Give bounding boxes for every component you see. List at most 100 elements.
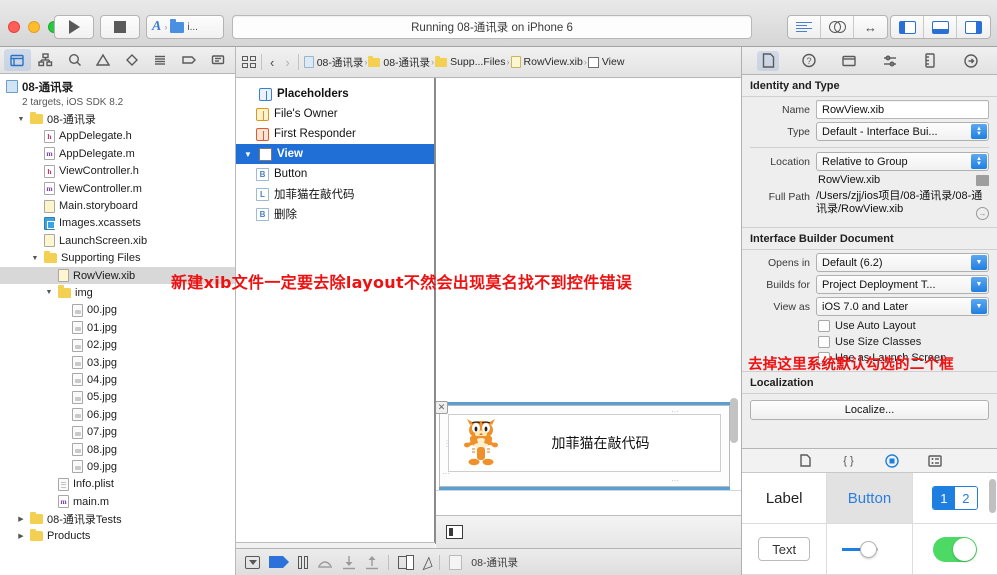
checkbox-use-size-classes[interactable]: Use Size Classes xyxy=(818,336,997,348)
file-row-main.m[interactable]: m main.m xyxy=(0,493,235,510)
file-row-AppDelegate.h[interactable]: h AppDelegate.h xyxy=(0,128,235,145)
quick-help-inspector-tab[interactable]: ? xyxy=(798,51,820,71)
step-into-button[interactable] xyxy=(342,555,356,570)
activate-breakpoints-button[interactable] xyxy=(269,556,289,568)
file-row-03.jpg[interactable]: 03.jpg xyxy=(0,354,235,371)
library-item-switch[interactable] xyxy=(912,524,997,575)
standard-editor-button[interactable] xyxy=(788,16,821,38)
scheme-selector[interactable]: A › i... xyxy=(146,15,224,39)
toggle-debug-area-button[interactable] xyxy=(924,16,957,38)
name-field[interactable]: RowView.xib xyxy=(816,100,989,119)
find-navigator-tab[interactable] xyxy=(61,49,88,71)
library-item-textfield[interactable]: Text xyxy=(742,524,828,575)
breadcrumb-item-Supp...Files[interactable]: Supp...Files xyxy=(435,55,506,68)
disclosure-triangle[interactable] xyxy=(30,255,40,262)
version-editor-button[interactable]: ↔ xyxy=(854,16,887,38)
inspector-tabbar[interactable]: ? xyxy=(742,47,997,75)
related-items-icon[interactable] xyxy=(242,56,256,68)
resize-handle-bottom[interactable]: ⋯ xyxy=(671,476,681,485)
checkbox-icon[interactable] xyxy=(818,336,830,348)
canvas-divider[interactable] xyxy=(435,78,436,544)
checkbox-icon[interactable] xyxy=(818,320,830,332)
canvas-vertical-scrollbar[interactable] xyxy=(730,398,738,443)
navigator-tabbar[interactable] xyxy=(0,47,235,74)
outline-row-[interactable]: L 加菲猫在敲代码 xyxy=(236,184,434,204)
file-row-08[interactable]: 08-通讯录 xyxy=(0,110,235,127)
file-template-library-tab[interactable] xyxy=(797,453,815,469)
file-row-Info.plist[interactable]: Info.plist xyxy=(0,476,235,493)
location-popup[interactable]: Relative to Group ▲ ▼ xyxy=(816,152,989,171)
file-row-02.jpg[interactable]: 02.jpg xyxy=(0,336,235,353)
editor-mode-segments[interactable]: ↔ xyxy=(787,15,888,39)
disclosure-triangle[interactable] xyxy=(44,289,54,296)
breadcrumb-item-View[interactable]: View xyxy=(587,56,624,68)
file-row-09.jpg[interactable]: 09.jpg xyxy=(0,458,235,475)
debug-bar[interactable]: ◿ 08-通讯录 xyxy=(236,548,741,575)
breadcrumb-item-RowView.xib[interactable]: RowView.xib xyxy=(510,56,583,68)
object-library-tab[interactable] xyxy=(883,453,901,469)
identity-inspector-tab[interactable] xyxy=(838,51,860,71)
report-navigator-tab[interactable] xyxy=(204,49,231,71)
connections-inspector-tab[interactable] xyxy=(960,51,982,71)
choose-folder-icon[interactable] xyxy=(976,174,989,186)
file-row-SupportingFiles[interactable]: Supporting Files xyxy=(0,250,235,267)
symbol-navigator-tab[interactable] xyxy=(33,49,60,71)
file-row-AppDelegate.m[interactable]: m AppDelegate.m xyxy=(0,145,235,162)
media-library-tab[interactable] xyxy=(926,453,944,469)
file-row-ViewController.h[interactable]: h ViewController.h xyxy=(0,163,235,180)
file-row-Main.storyboard[interactable]: Main.storyboard xyxy=(0,197,235,214)
test-navigator-tab[interactable] xyxy=(119,49,146,71)
opens-in-popup[interactable]: Default (6.2) ▼ xyxy=(816,253,989,272)
project-root-row[interactable]: 08-通讯录 xyxy=(0,78,235,95)
size-inspector-tab[interactable] xyxy=(919,51,941,71)
outline-row-[interactable]: B 删除 xyxy=(236,204,434,224)
project-navigator-tab[interactable] xyxy=(4,49,31,71)
library-scrollbar[interactable] xyxy=(989,479,996,513)
outline-row-Button[interactable]: B Button xyxy=(236,164,434,184)
jump-bar[interactable]: ‹ › 08-通讯录 › 08-通讯录 › Supp...Files › RowView.x… xyxy=(236,47,741,78)
toggle-navigator-button[interactable] xyxy=(891,16,924,38)
view-toggle-segments[interactable] xyxy=(890,15,991,39)
step-out-button[interactable] xyxy=(365,555,379,570)
simulate-location-button[interactable]: ◿ xyxy=(417,552,433,572)
file-row-ViewController.m[interactable]: m ViewController.m xyxy=(0,180,235,197)
file-row-07.jpg[interactable]: 07.jpg xyxy=(0,423,235,440)
reveal-in-finder-icon[interactable]: → xyxy=(976,207,989,220)
file-row-00.jpg[interactable]: 00.jpg xyxy=(0,302,235,319)
file-row-08Tests[interactable]: 08-通讯录Tests xyxy=(0,510,235,527)
breadcrumb[interactable]: 08-通讯录 › 08-通讯录 › Supp...Files › RowView.xib › V… xyxy=(303,55,624,70)
view-preview[interactable]: ✕ ⋯ ⋯ ⋯ ⋯ 加菲猫在敲代码 xyxy=(436,401,730,487)
file-row-LaunchScreen.xib[interactable]: LaunchScreen.xib xyxy=(0,232,235,249)
file-row-04.jpg[interactable]: 04.jpg xyxy=(0,371,235,388)
go-back-button[interactable]: ‹ xyxy=(267,55,277,70)
issue-navigator-tab[interactable] xyxy=(90,49,117,71)
file-row-01.jpg[interactable]: 01.jpg xyxy=(0,319,235,336)
toggle-utilities-button[interactable] xyxy=(957,16,990,38)
file-row-08.jpg[interactable]: 08.jpg xyxy=(0,441,235,458)
library-tabbar[interactable]: { } xyxy=(742,449,997,473)
interface-builder-canvas[interactable]: ✕ ⋯ ⋯ ⋯ ⋯ 加菲猫在敲代码 xyxy=(436,78,741,544)
type-popup[interactable]: Default - Interface Bui... ▲ ▼ xyxy=(816,122,989,141)
outline-row-View[interactable]: ▼ View xyxy=(236,144,434,164)
row-cell[interactable]: 加菲猫在敲代码 xyxy=(448,414,721,472)
disclosure-triangle[interactable]: ▼ xyxy=(242,150,254,159)
file-row-06.jpg[interactable]: 06.jpg xyxy=(0,406,235,423)
outline-row-Placeholders[interactable]: Placeholders xyxy=(236,84,434,104)
debug-navigator-tab[interactable] xyxy=(147,49,174,71)
attributes-inspector-tab[interactable] xyxy=(879,51,901,71)
close-icon[interactable]: ✕ xyxy=(436,401,448,414)
disclosure-triangle[interactable] xyxy=(16,515,26,523)
object-library-grid[interactable]: Label Button 1 2 Text xyxy=(742,473,997,575)
stop-button[interactable] xyxy=(100,15,140,39)
library-item-label[interactable]: Label xyxy=(742,473,828,524)
breadcrumb-item-08[interactable]: 08-通讯录 xyxy=(368,55,430,70)
hide-debug-area-button[interactable] xyxy=(245,555,260,569)
checkbox-use-auto-layout[interactable]: Use Auto Layout xyxy=(818,320,997,332)
disclosure-triangle[interactable] xyxy=(16,116,26,123)
code-snippet-library-tab[interactable]: { } xyxy=(840,453,858,469)
file-row-Images.xcassets[interactable]: Images.xcassets xyxy=(0,215,235,232)
run-button[interactable] xyxy=(54,15,94,39)
localize-button[interactable]: Localize... xyxy=(750,400,989,420)
close-window-button[interactable] xyxy=(8,21,20,33)
outline-row-File'sOwner[interactable]: File's Owner xyxy=(236,104,434,124)
